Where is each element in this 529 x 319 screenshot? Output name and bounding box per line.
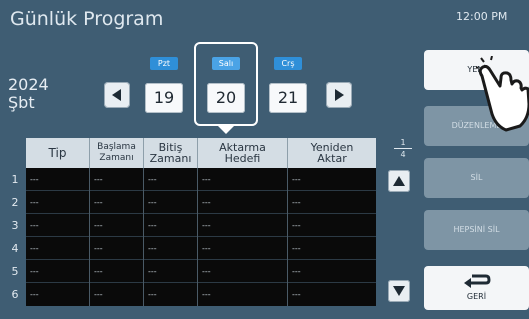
pointing-hand-icon (476, 56, 529, 132)
cell-end-time: --- (144, 214, 198, 237)
page-divider (394, 148, 412, 149)
page-indicator: 1 4 (392, 138, 414, 159)
cell-transfer-target: --- (198, 168, 288, 191)
triangle-up-icon (393, 176, 405, 186)
triangle-down-icon (393, 286, 405, 296)
cell-end-time: --- (144, 191, 198, 214)
day-monday[interactable]: 19 (145, 83, 183, 113)
column-header-type: Tip (26, 138, 90, 168)
cell-end-time: --- (144, 283, 198, 306)
triangle-right-icon (335, 89, 344, 101)
cell-start-time: --- (90, 214, 144, 237)
table-row[interactable]: 1 --- --- --- --- --- (12, 168, 376, 191)
selected-day-pointer (217, 125, 235, 134)
day-tag-tuesday: Salı (212, 57, 240, 70)
row-number: 6 (11, 288, 19, 301)
current-date: 2024 Şbt (8, 76, 49, 112)
table-row[interactable]: 6 --- --- --- --- --- (12, 283, 376, 306)
column-header-start-time: Başlama Zamanı (90, 138, 144, 168)
cell-end-time: --- (144, 168, 198, 191)
column-header-end-time: Bitiş Zamanı (144, 138, 198, 168)
delete-all-button[interactable]: HEPSİNİ SİL (424, 210, 529, 250)
cell-type: --- (26, 260, 90, 283)
table-header: Tip Başlama Zamanı Bitiş Zamanı Aktarma … (26, 138, 376, 168)
cell-retransfer: --- (292, 175, 301, 184)
weekday-label: Şbt (8, 93, 35, 112)
row-number: 2 (11, 196, 19, 209)
cell-transfer-target: --- (198, 260, 288, 283)
cell-end-time: --- (144, 237, 198, 260)
cell-type: --- (26, 214, 90, 237)
table-row[interactable]: 4 --- --- --- --- --- (12, 237, 376, 260)
cell-start-time: --- (90, 283, 144, 306)
table-row[interactable]: 3 --- --- --- --- --- (12, 214, 376, 237)
day-tag-wednesday: Crş (274, 57, 302, 70)
cell-type: --- (26, 283, 90, 306)
cell-type: --- (26, 237, 90, 260)
cell-start-time: --- (90, 191, 144, 214)
cell-transfer-target: --- (198, 283, 288, 306)
return-arrow-icon (463, 274, 491, 288)
day-tag-monday: Pzt (150, 57, 178, 70)
row-number: 5 (11, 265, 19, 278)
row-number: 4 (11, 242, 19, 255)
scroll-down-button[interactable] (388, 280, 410, 302)
cell-transfer-target: --- (198, 237, 288, 260)
row-number: 1 (11, 173, 19, 186)
back-label: GERİ (466, 292, 487, 301)
cell-transfer-target: --- (198, 214, 288, 237)
back-button[interactable]: GERİ (424, 266, 529, 310)
page-total: 4 (400, 150, 406, 159)
column-header-transfer-target: Aktarma Hedefi (198, 138, 288, 168)
cell-retransfer: --- (292, 198, 301, 207)
cell-start-time: --- (90, 260, 144, 283)
cell-transfer-target: --- (198, 191, 288, 214)
cell-end-time: --- (144, 260, 198, 283)
delete-button[interactable]: SİL (424, 158, 529, 198)
cell-type: --- (26, 168, 90, 191)
cell-retransfer: --- (292, 244, 301, 253)
table-row[interactable]: 2 --- --- --- --- --- (12, 191, 376, 214)
day-wednesday[interactable]: 21 (269, 83, 307, 113)
table-body: 1 --- --- --- --- --- 2 --- --- --- --- … (12, 168, 376, 306)
clock: 12:00 PM (456, 10, 508, 23)
cell-retransfer: --- (292, 221, 301, 230)
cell-retransfer: --- (292, 290, 301, 299)
page-title: Günlük Program (10, 8, 164, 30)
page-current: 1 (400, 138, 406, 147)
table-row[interactable]: 5 --- --- --- --- --- (12, 260, 376, 283)
day-tuesday[interactable]: 20 (207, 83, 245, 113)
year-label: 2024 (8, 75, 49, 94)
cell-start-time: --- (90, 237, 144, 260)
triangle-left-icon (112, 89, 121, 101)
cell-type: --- (26, 191, 90, 214)
scroll-up-button[interactable] (388, 170, 410, 192)
cell-start-time: --- (90, 168, 144, 191)
previous-day-button[interactable] (104, 82, 130, 108)
cell-retransfer: --- (292, 267, 301, 276)
row-number: 3 (11, 219, 19, 232)
column-header-retransfer: Yeniden Aktar (310, 141, 354, 165)
next-day-button[interactable] (326, 82, 352, 108)
